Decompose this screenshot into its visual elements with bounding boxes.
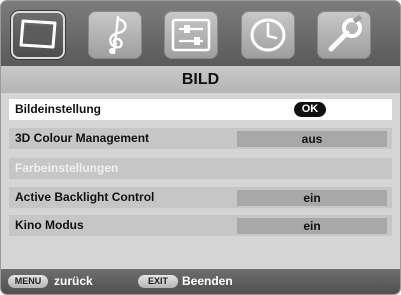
wrench-icon	[328, 14, 363, 52]
exit-label: Beenden	[182, 274, 233, 288]
clock-icon	[250, 18, 286, 52]
menu-title: BILD	[1, 66, 400, 93]
tab-setup[interactable]	[317, 11, 371, 59]
menu-list: Bildeinstellung OK 3D Colour Management …	[1, 93, 400, 268]
menu-item-bildeinstellung[interactable]: Bildeinstellung OK	[9, 99, 392, 120]
menu-item-label: Bildeinstellung	[15, 102, 102, 116]
menu-item-kino-modus[interactable]: Kino Modus ein	[9, 215, 392, 236]
ok-button-icon: OK	[294, 102, 326, 117]
menu-item-label: Farbeinstellungen	[15, 161, 119, 175]
menu-key-badge[interactable]: MENU	[8, 275, 48, 288]
music-note-icon	[109, 15, 127, 55]
tab-timer[interactable]	[241, 11, 295, 59]
back-label: zurück	[54, 274, 93, 288]
menu-item-farbeinstellungen: Farbeinstellungen	[9, 158, 392, 179]
category-tab-bar	[1, 1, 400, 66]
menu-item-label: Kino Modus	[15, 218, 84, 232]
picture-icon	[19, 19, 57, 49]
menu-item-value: aus	[237, 131, 387, 147]
tv-menu-screen: BILD Bildeinstellung OK 3D Colour Manage…	[0, 0, 401, 295]
menu-item-active-backlight-control[interactable]: Active Backlight Control ein	[9, 187, 392, 208]
exit-key-badge[interactable]: EXIT	[138, 275, 178, 288]
menu-item-value: ein	[237, 190, 387, 206]
menu-item-label: Active Backlight Control	[15, 190, 155, 204]
footer-hint-bar: MENU zurück EXIT Beenden	[1, 269, 400, 294]
menu-item-value: ein	[237, 218, 387, 234]
tab-sound[interactable]	[88, 11, 142, 59]
tab-settings[interactable]	[164, 11, 218, 59]
tab-picture[interactable]	[11, 11, 65, 59]
menu-item-label: 3D Colour Management	[15, 131, 150, 145]
settings-sliders-icon	[171, 18, 211, 52]
menu-item-3d-colour-management[interactable]: 3D Colour Management aus	[9, 128, 392, 149]
